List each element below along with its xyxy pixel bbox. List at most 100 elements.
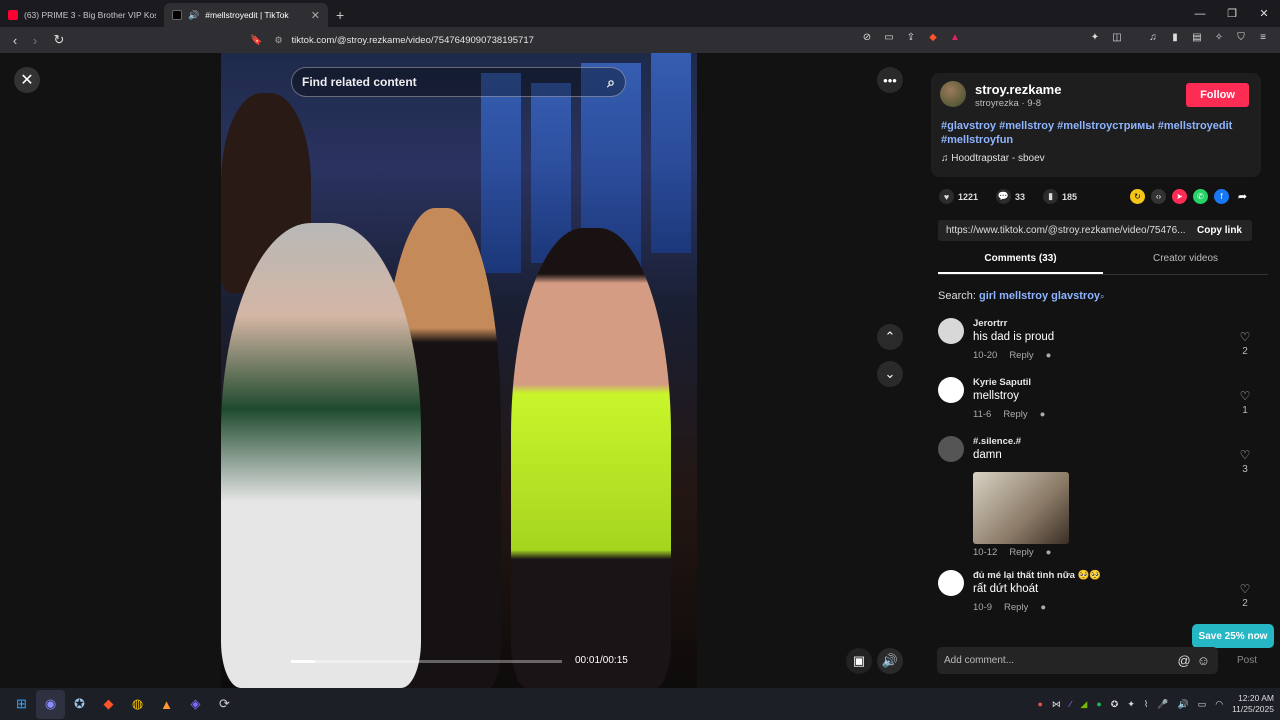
restore-button[interactable]: ❐ — [1216, 0, 1248, 27]
search-placeholder: Find related content — [302, 75, 417, 89]
commenter-avatar[interactable] — [938, 318, 964, 344]
share-icon[interactable]: ⇪ — [904, 31, 918, 45]
emoji-icon[interactable]: ☺ — [1197, 653, 1210, 668]
more-options-icon[interactable]: ••• — [877, 67, 903, 93]
rewards-icon[interactable]: ▲ — [948, 31, 962, 45]
wifi-icon[interactable]: ◠ — [1215, 699, 1223, 710]
browser-tab-youtube[interactable]: (63) PRIME 3 - Big Brother VIP Kosov — [0, 3, 164, 27]
send-icon[interactable]: ➤ — [1172, 189, 1187, 204]
browser-tab-tiktok[interactable]: 🔊 #mellstroyedit | TikTok ✕ — [164, 3, 328, 27]
screenshot-icon[interactable]: ◫ — [1110, 31, 1124, 45]
comment-like-icon[interactable]: ♡ — [1238, 389, 1252, 403]
bookmark-icon[interactable]: ▮ — [1043, 189, 1059, 204]
app-icon[interactable]: ⟳ — [210, 690, 239, 719]
tray-icon[interactable]: ✪ — [1111, 699, 1119, 710]
whatsapp-icon[interactable]: ✆ — [1193, 189, 1208, 204]
network-icon[interactable]: ▭ — [1198, 699, 1207, 710]
comment-image[interactable] — [973, 472, 1069, 544]
clock[interactable]: 12:20 AM 11/25/2025 — [1232, 693, 1274, 715]
commenter-avatar[interactable] — [938, 436, 964, 462]
tray-icon[interactable]: ● — [1037, 699, 1042, 709]
reply-button[interactable]: Reply — [1004, 602, 1028, 613]
search-icon[interactable]: ⌕ — [607, 74, 615, 91]
next-video-icon[interactable]: ⌄ — [877, 361, 903, 387]
brave-shield-icon[interactable]: ◆ — [926, 31, 940, 45]
mention-icon[interactable]: @ — [1178, 653, 1191, 668]
leo-icon[interactable]: ✧ — [1212, 31, 1226, 45]
video-player[interactable] — [221, 53, 697, 688]
bookmark-icon[interactable]: 🔖 — [250, 35, 262, 46]
facebook-icon[interactable]: f — [1214, 189, 1229, 204]
discord-icon[interactable]: ◉ — [36, 689, 65, 719]
close-tab-icon[interactable]: ✕ — [311, 9, 320, 22]
reply-button[interactable]: Reply — [1009, 350, 1033, 361]
post-button[interactable]: Post — [1237, 655, 1257, 666]
commenter-name[interactable]: Jerortrr — [973, 318, 1007, 329]
repost-icon[interactable]: ↻ — [1130, 189, 1145, 204]
volume-icon[interactable]: 🔊 — [1177, 699, 1188, 710]
extensions-icon[interactable]: ✦ — [1088, 31, 1102, 45]
new-tab-button[interactable]: + — [328, 7, 352, 27]
commenter-name[interactable]: Kyrie Saputil — [973, 377, 1031, 388]
tray-icon[interactable]: ∕ — [1070, 699, 1072, 709]
miniplayer-icon[interactable]: ▣ — [846, 648, 872, 674]
site-info-icon[interactable]: ⚙ — [274, 35, 282, 46]
tab-creator-videos[interactable]: Creator videos — [1103, 253, 1268, 274]
close-video-button[interactable]: ✕ — [14, 67, 40, 93]
comment-date: 10-20 — [973, 350, 998, 361]
wallet-icon[interactable]: ▤ — [1190, 31, 1204, 45]
commenter-name[interactable]: đủ mé lại thất tình nữa 🥺🥺 — [973, 570, 1101, 581]
back-icon[interactable]: ‹ — [5, 33, 25, 48]
follow-button[interactable]: Follow — [1186, 83, 1249, 107]
cast-icon[interactable]: ▭ — [882, 31, 896, 45]
comment-search-suggestion[interactable]: Search: girl mellstroy glavstroy⌕ — [938, 290, 1105, 302]
comment-like-icon[interactable]: ♡ — [1238, 448, 1252, 462]
tab-comments[interactable]: Comments (33) — [938, 253, 1103, 274]
speaker-icon[interactable]: 🔊 — [188, 10, 199, 21]
tray-icon[interactable]: ● — [1096, 699, 1101, 709]
forward-icon[interactable]: › — [25, 33, 45, 48]
embed-icon[interactable]: ‹› — [1151, 189, 1166, 204]
video-link-field[interactable]: https://www.tiktok.com/@stroy.rezkame/vi… — [938, 220, 1252, 241]
commenter-avatar[interactable] — [938, 570, 964, 596]
tray-icon[interactable]: ⋈ — [1052, 699, 1061, 710]
start-icon[interactable]: ⊞ — [7, 690, 36, 719]
vpn-icon[interactable]: ⛉ — [1234, 31, 1248, 45]
copy-link-button[interactable]: Copy link — [1187, 225, 1252, 236]
music-icon[interactable]: ♫ — [1146, 31, 1160, 45]
share-arrow-icon[interactable]: ➦ — [1235, 189, 1250, 204]
comment-like-icon[interactable]: ♡ — [1238, 330, 1252, 344]
reload-icon[interactable]: ↻ — [49, 32, 69, 48]
no-tracking-icon[interactable]: ⊘ — [860, 31, 874, 45]
like-icon[interactable]: ♥ — [939, 189, 954, 204]
add-comment-input[interactable]: Add comment... @ ☺ — [937, 647, 1218, 674]
comment-icon[interactable]: 💬 — [996, 189, 1012, 204]
music-row[interactable]: ♫ Hoodtrapstar - sboev — [941, 153, 1045, 164]
author-username[interactable]: stroy.rezkame — [975, 82, 1061, 97]
chrome-icon[interactable]: ◍ — [123, 690, 152, 719]
tray-icon[interactable]: ◢ — [1080, 699, 1087, 710]
hashtags[interactable]: #glavstroy #mellstroy #mellstroyстримы #… — [941, 119, 1251, 147]
author-avatar[interactable] — [940, 81, 966, 107]
commenter-name[interactable]: #.silence.# — [973, 436, 1021, 447]
steam-icon[interactable]: ✪ — [65, 690, 94, 719]
microphone-icon[interactable]: 🎤 — [1157, 699, 1168, 710]
tray-icon[interactable]: ⌇ — [1144, 699, 1148, 710]
tray-icon[interactable]: ✦ — [1127, 699, 1135, 710]
sidebar-icon[interactable]: ▮ — [1168, 31, 1182, 45]
find-related-search[interactable]: Find related content ⌕ — [291, 67, 626, 97]
volume-icon[interactable]: 🔊 — [877, 648, 903, 674]
comment-like-icon[interactable]: ♡ — [1238, 582, 1252, 596]
minimize-button[interactable]: — — [1184, 0, 1216, 27]
reply-button[interactable]: Reply — [1009, 547, 1033, 558]
close-window-button[interactable]: ✕ — [1248, 0, 1280, 27]
app-icon[interactable]: ◈ — [181, 690, 210, 719]
previous-video-icon[interactable]: ⌃ — [877, 324, 903, 350]
reply-button[interactable]: Reply — [1003, 409, 1027, 420]
commenter-avatar[interactable] — [938, 377, 964, 403]
video-progress-bar[interactable] — [291, 660, 562, 663]
menu-icon[interactable]: ≡ — [1256, 31, 1270, 45]
promo-button[interactable]: Save 25% now — [1192, 624, 1274, 648]
app-icon[interactable]: ▲ — [152, 690, 181, 719]
brave-icon[interactable]: ◆ — [94, 690, 123, 719]
